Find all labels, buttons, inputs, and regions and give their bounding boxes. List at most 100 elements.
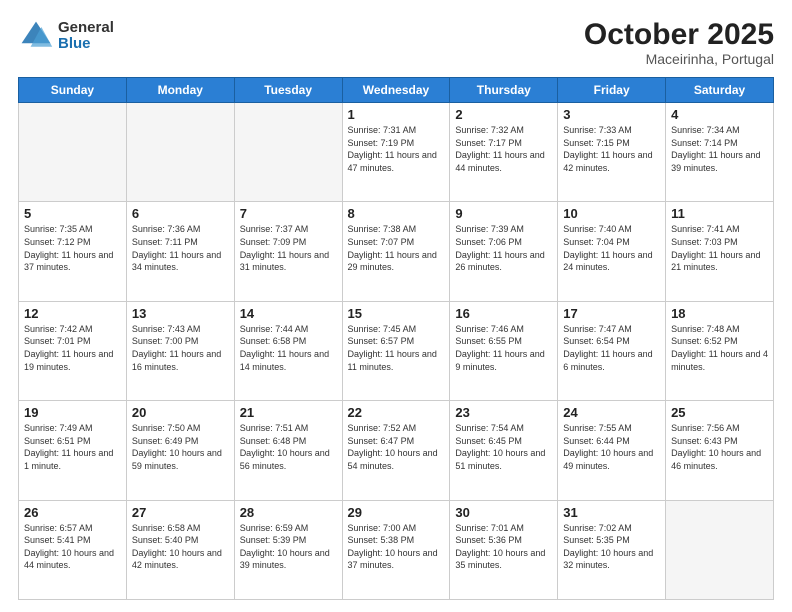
day-number: 15 [348, 306, 445, 321]
header: General Blue October 2025 Maceirinha, Po… [18, 18, 774, 67]
calendar-cell [666, 500, 774, 599]
calendar-cell: 7 Sunrise: 7:37 AM Sunset: 7:09 PM Daylig… [234, 202, 342, 301]
calendar-cell: 8Sunrise: 7:38 AM Sunset: 7:07 PM Daylig… [342, 202, 450, 301]
calendar-week-row: 5Sunrise: 7:35 AM Sunset: 7:12 PM Daylig… [19, 202, 774, 301]
day-number: 20 [132, 405, 229, 420]
calendar-cell: 19Sunrise: 7:49 AM Sunset: 6:51 PM Dayli… [19, 401, 127, 500]
day-number: 7 [240, 206, 337, 221]
day-info: Sunrise: 7:32 AM Sunset: 7:17 PM Dayligh… [455, 124, 552, 174]
calendar-cell: 23Sunrise: 7:54 AM Sunset: 6:45 PM Dayli… [450, 401, 558, 500]
day-of-week-header: Saturday [666, 78, 774, 103]
day-number: 30 [455, 505, 552, 520]
calendar-cell: 15 Sunrise: 7:45 AM Sunset: 6:57 PM Dayli… [342, 301, 450, 400]
day-of-week-header: Monday [126, 78, 234, 103]
day-number: 26 [24, 505, 121, 520]
day-info: Sunrise: 7:54 AM Sunset: 6:45 PM Dayligh… [455, 422, 552, 472]
day-of-week-header: Wednesday [342, 78, 450, 103]
day-info: Sunrise: 7:38 AM Sunset: 7:07 PM Dayligh… [348, 223, 445, 273]
day-of-week-header: Thursday [450, 78, 558, 103]
calendar-cell: 25 Sunrise: 7:56 AM Sunset: 6:43 PM Dayli… [666, 401, 774, 500]
day-number: 24 [563, 405, 660, 420]
day-number: 16 [455, 306, 552, 321]
day-info: Sunrise: 7:50 AM Sunset: 6:49 PM Dayligh… [132, 422, 229, 472]
day-number: 4 [671, 107, 768, 122]
day-info: Sunrise: 7:02 AM Sunset: 5:35 PM Dayligh… [563, 522, 660, 572]
calendar-cell [126, 103, 234, 202]
day-info: Sunrise: 7:36 AM Sunset: 7:11 PM Dayligh… [132, 223, 229, 273]
calendar-cell: 9 Sunrise: 7:39 AM Sunset: 7:06 PM Daylig… [450, 202, 558, 301]
day-number: 18 [671, 306, 768, 321]
location: Maceirinha, Portugal [584, 51, 774, 67]
day-number: 31 [563, 505, 660, 520]
calendar-cell: 31 Sunrise: 7:02 AM Sunset: 5:35 PM Dayli… [558, 500, 666, 599]
calendar-cell: 2Sunrise: 7:32 AM Sunset: 7:17 PM Daylig… [450, 103, 558, 202]
calendar-cell: 28Sunrise: 6:59 AM Sunset: 5:39 PM Dayli… [234, 500, 342, 599]
calendar-cell [234, 103, 342, 202]
day-info: Sunrise: 7:33 AM Sunset: 7:15 PM Dayligh… [563, 124, 660, 174]
day-number: 6 [132, 206, 229, 221]
day-number: 25 [671, 405, 768, 420]
logo: General Blue [18, 18, 114, 54]
calendar-cell: 22 Sunrise: 7:52 AM Sunset: 6:47 PM Dayli… [342, 401, 450, 500]
calendar-cell: 29Sunrise: 7:00 AM Sunset: 5:38 PM Dayli… [342, 500, 450, 599]
logo-blue-text: Blue [58, 36, 114, 53]
calendar-week-row: 1Sunrise: 7:31 AM Sunset: 7:19 PM Daylig… [19, 103, 774, 202]
page: General Blue October 2025 Maceirinha, Po… [0, 0, 792, 612]
calendar-week-row: 19Sunrise: 7:49 AM Sunset: 6:51 PM Dayli… [19, 401, 774, 500]
day-info: Sunrise: 7:42 AM Sunset: 7:01 PM Dayligh… [24, 323, 121, 373]
calendar-cell: 24Sunrise: 7:55 AM Sunset: 6:44 PM Dayli… [558, 401, 666, 500]
day-info: Sunrise: 6:58 AM Sunset: 5:40 PM Dayligh… [132, 522, 229, 572]
day-number: 13 [132, 306, 229, 321]
day-number: 1 [348, 107, 445, 122]
calendar-cell: 30 Sunrise: 7:01 AM Sunset: 5:36 PM Dayli… [450, 500, 558, 599]
day-of-week-header: Sunday [19, 78, 127, 103]
day-info: Sunrise: 7:52 AM Sunset: 6:47 PM Dayligh… [348, 422, 445, 472]
day-number: 11 [671, 206, 768, 221]
calendar-week-row: 12Sunrise: 7:42 AM Sunset: 7:01 PM Dayli… [19, 301, 774, 400]
day-info: Sunrise: 7:56 AM Sunset: 6:43 PM Dayligh… [671, 422, 768, 472]
logo-text: General Blue [58, 20, 114, 53]
day-info: Sunrise: 7:45 AM Sunset: 6:57 PM Dayligh… [348, 323, 445, 373]
calendar-cell: 14 Sunrise: 7:44 AM Sunset: 6:58 PM Dayli… [234, 301, 342, 400]
calendar-cell: 11 Sunrise: 7:41 AM Sunset: 7:03 PM Dayli… [666, 202, 774, 301]
day-info: Sunrise: 7:47 AM Sunset: 6:54 PM Dayligh… [563, 323, 660, 373]
calendar-cell: 4Sunrise: 7:34 AM Sunset: 7:14 PM Daylig… [666, 103, 774, 202]
day-number: 28 [240, 505, 337, 520]
day-info: Sunrise: 7:01 AM Sunset: 5:36 PM Dayligh… [455, 522, 552, 572]
calendar-cell: 1Sunrise: 7:31 AM Sunset: 7:19 PM Daylig… [342, 103, 450, 202]
day-number: 17 [563, 306, 660, 321]
day-info: Sunrise: 7:39 AM Sunset: 7:06 PM Dayligh… [455, 223, 552, 273]
day-info: Sunrise: 7:44 AM Sunset: 6:58 PM Dayligh… [240, 323, 337, 373]
day-info: Sunrise: 7:41 AM Sunset: 7:03 PM Dayligh… [671, 223, 768, 273]
day-number: 10 [563, 206, 660, 221]
calendar-header-row: SundayMondayTuesdayWednesdayThursdayFrid… [19, 78, 774, 103]
calendar-cell: 16Sunrise: 7:46 AM Sunset: 6:55 PM Dayli… [450, 301, 558, 400]
calendar-cell: 6 Sunrise: 7:36 AM Sunset: 7:11 PM Daylig… [126, 202, 234, 301]
day-number: 9 [455, 206, 552, 221]
day-of-week-header: Tuesday [234, 78, 342, 103]
logo-icon [18, 18, 54, 54]
day-number: 19 [24, 405, 121, 420]
calendar-cell: 5Sunrise: 7:35 AM Sunset: 7:12 PM Daylig… [19, 202, 127, 301]
day-number: 29 [348, 505, 445, 520]
calendar-table: SundayMondayTuesdayWednesdayThursdayFrid… [18, 77, 774, 600]
day-info: Sunrise: 7:51 AM Sunset: 6:48 PM Dayligh… [240, 422, 337, 472]
day-info: Sunrise: 7:37 AM Sunset: 7:09 PM Dayligh… [240, 223, 337, 273]
calendar-cell: 13Sunrise: 7:43 AM Sunset: 7:00 PM Dayli… [126, 301, 234, 400]
day-of-week-header: Friday [558, 78, 666, 103]
day-number: 21 [240, 405, 337, 420]
calendar-cell: 17 Sunrise: 7:47 AM Sunset: 6:54 PM Dayli… [558, 301, 666, 400]
day-number: 14 [240, 306, 337, 321]
day-number: 22 [348, 405, 445, 420]
logo-general-text: General [58, 20, 114, 37]
title-block: October 2025 Maceirinha, Portugal [584, 18, 774, 67]
month-title: October 2025 [584, 18, 774, 51]
calendar-cell [19, 103, 127, 202]
day-info: Sunrise: 7:48 AM Sunset: 6:52 PM Dayligh… [671, 323, 768, 373]
day-info: Sunrise: 6:57 AM Sunset: 5:41 PM Dayligh… [24, 522, 121, 572]
day-info: Sunrise: 7:40 AM Sunset: 7:04 PM Dayligh… [563, 223, 660, 273]
calendar-cell: 21 Sunrise: 7:51 AM Sunset: 6:48 PM Dayli… [234, 401, 342, 500]
calendar-cell: 10 Sunrise: 7:40 AM Sunset: 7:04 PM Dayli… [558, 202, 666, 301]
day-number: 3 [563, 107, 660, 122]
calendar-cell: 20 Sunrise: 7:50 AM Sunset: 6:49 PM Dayli… [126, 401, 234, 500]
